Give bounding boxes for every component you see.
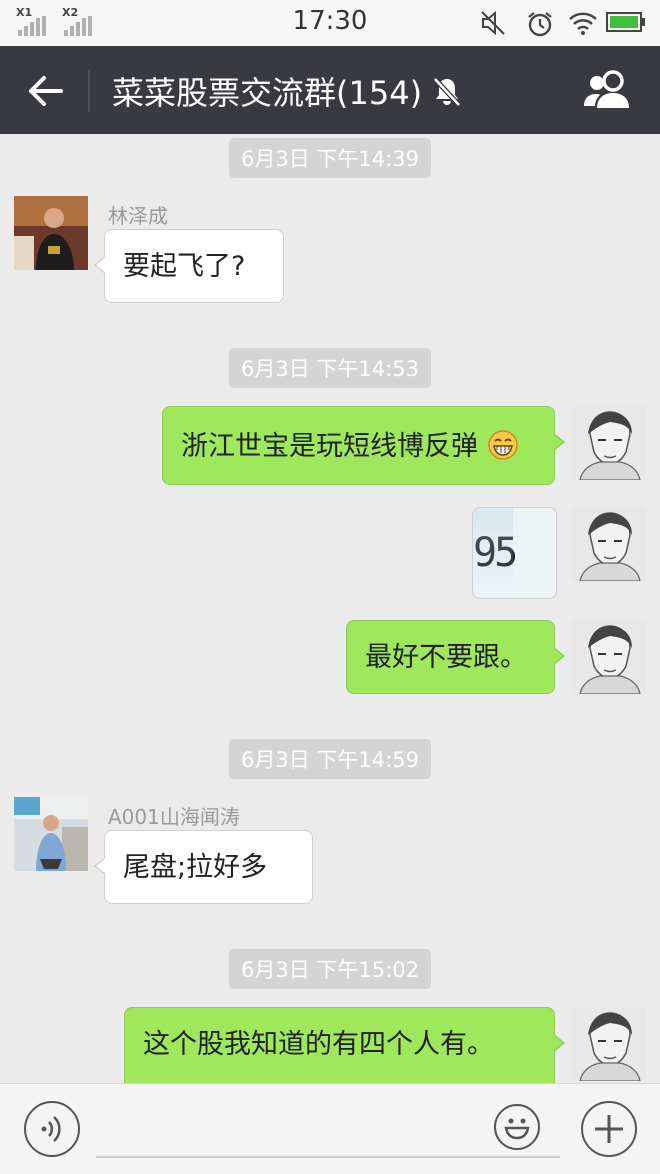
avatar-sketch-icon (572, 620, 646, 694)
plus-button[interactable] (581, 1101, 637, 1157)
chat-header: 菜菜股票交流群(154) (0, 46, 660, 134)
emoji-button[interactable] (494, 1104, 540, 1150)
group-members-icon[interactable] (582, 70, 634, 110)
sender-name: 林泽成 (108, 204, 168, 228)
avatar[interactable] (572, 406, 646, 480)
avatar-sketch-icon (572, 507, 646, 581)
avatar[interactable] (572, 1007, 646, 1081)
avatar-sketch-icon (572, 406, 646, 480)
message-input[interactable] (96, 1156, 560, 1158)
mute-icon (481, 10, 505, 36)
emoji-icon (504, 1118, 530, 1140)
battery-icon (606, 12, 645, 32)
voice-icon (41, 1116, 61, 1142)
sent-message-bubble[interactable]: 最好不要跟。 (346, 620, 565, 694)
received-message-bubble[interactable]: 要起飞了? (94, 229, 284, 303)
avatar[interactable] (572, 507, 646, 581)
received-message-bubble[interactable]: 尾盘;拉好多 (94, 830, 313, 904)
image-message[interactable]: 95 (472, 507, 557, 599)
avatar[interactable] (14, 196, 88, 270)
alarm-icon (528, 12, 552, 37)
avatar-sketch-icon (572, 1007, 646, 1081)
timestamp: 6月3日 下午14:39 (0, 138, 660, 178)
status-time: 17:30 (292, 6, 368, 36)
avatar[interactable] (572, 620, 646, 694)
grin-emoji-icon (487, 430, 518, 460)
header-divider (88, 70, 90, 112)
wifi-icon (569, 12, 597, 35)
voice-button[interactable] (24, 1101, 80, 1157)
mute-bell-icon (433, 77, 461, 107)
chat-title: 菜菜股票交流群(154) (112, 74, 423, 112)
input-bar (0, 1083, 660, 1174)
plus-icon (595, 1115, 623, 1143)
timestamp: 6月3日 下午14:53 (0, 348, 660, 388)
avatar-photo-icon (14, 797, 88, 871)
sender-name: A001山海闻涛 (108, 805, 240, 829)
sent-message-bubble[interactable]: 浙江世宝是玩短线博反弹 (162, 406, 565, 485)
back-arrow-icon[interactable] (24, 70, 66, 112)
avatar[interactable] (14, 797, 88, 871)
status-bar: X1 X2 17:30 (0, 0, 660, 46)
timestamp: 6月3日 下午15:02 (0, 949, 660, 989)
avatar-photo-icon (14, 196, 88, 270)
timestamp: 6月3日 下午14:59 (0, 739, 660, 779)
